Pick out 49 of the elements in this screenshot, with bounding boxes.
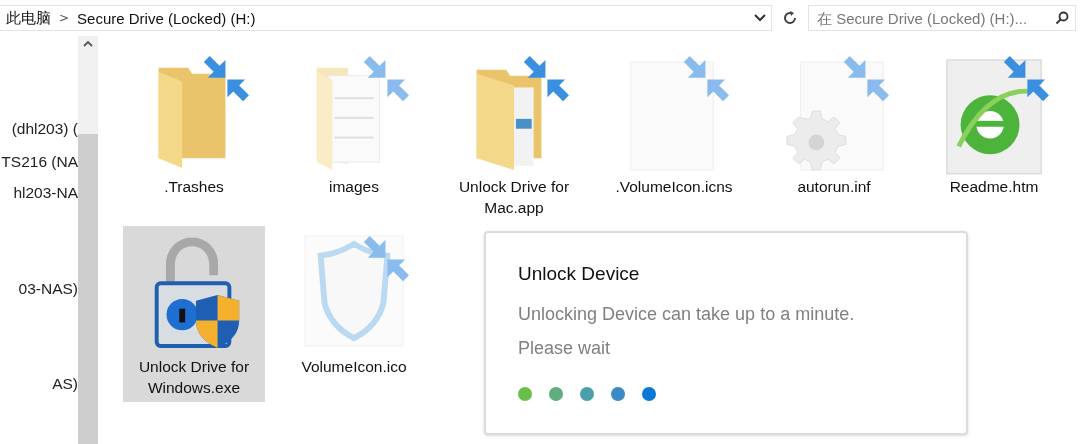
navigation-item[interactable]: 03-NAS) xyxy=(18,280,78,298)
file-name: autorun.inf xyxy=(796,177,872,197)
web-file-icon xyxy=(946,59,1042,175)
shortcut-arrows-icon xyxy=(203,56,249,102)
file-item[interactable]: .VolumeIcon.icns xyxy=(603,46,745,201)
refresh-icon xyxy=(782,10,798,26)
search-icon xyxy=(1055,11,1069,25)
scrollbar-thumb[interactable] xyxy=(78,134,98,444)
breadcrumb-separator: > xyxy=(59,11,70,25)
file-name: VolumeIcon.ico xyxy=(300,357,408,377)
file-name: Unlock Drive for Mac.app xyxy=(457,177,571,218)
file-item[interactable]: autorun.inf xyxy=(763,46,905,201)
navigation-item[interactable]: TS216 (NA xyxy=(1,153,78,171)
search-field[interactable]: 在 Secure Drive (Locked) (H:)... xyxy=(808,5,1076,31)
file-name: Readme.htm xyxy=(948,177,1040,197)
dialog-title: Unlock Device xyxy=(518,263,641,285)
file-item[interactable]: Unlock Drive for Mac.app xyxy=(443,46,585,222)
shortcut-arrows-icon xyxy=(363,236,409,282)
folder-icon xyxy=(158,67,226,168)
padlock-icon xyxy=(154,237,240,348)
breadcrumb[interactable]: 此电脑 xyxy=(6,8,51,28)
navigation-item[interactable]: AS) xyxy=(52,375,78,393)
shortcut-arrows-icon xyxy=(1003,56,1049,102)
file-item[interactable]: images xyxy=(283,46,425,201)
folder-icon xyxy=(476,69,542,170)
navigation-item[interactable]: hl203-NA xyxy=(13,184,78,202)
folder-icon xyxy=(316,67,381,170)
settings-file-icon xyxy=(786,61,884,171)
dialog-message: Unlocking Device can take up to a minute. xyxy=(518,303,856,326)
chevron-up-icon xyxy=(83,40,93,47)
shortcut-arrows-icon xyxy=(523,56,569,102)
breadcrumb[interactable]: Secure Drive (Locked) (H:) xyxy=(77,9,256,27)
file-name: .VolumeIcon.icns xyxy=(614,177,734,197)
shortcut-arrows-icon xyxy=(363,56,409,102)
file-item[interactable]: VolumeIcon.ico xyxy=(283,226,425,381)
file-name: Unlock Drive for Windows.exe xyxy=(137,357,251,398)
file-name: .Trashes xyxy=(163,177,225,197)
file-name: images xyxy=(328,177,380,197)
shortcut-arrows-icon xyxy=(683,56,729,102)
navigation-item[interactable]: (dhl203) ( xyxy=(11,120,78,138)
file-item[interactable]: Unlock Drive for Windows.exe xyxy=(123,226,265,402)
dialog-status: Please wait xyxy=(518,337,612,360)
shortcut-arrows-icon xyxy=(843,56,889,102)
address-bar[interactable]: 此电脑 > Secure Drive (Locked) (H:) xyxy=(0,5,772,31)
shield-file-icon xyxy=(304,235,404,347)
file-item[interactable]: Readme.htm xyxy=(923,46,1065,201)
file-item[interactable]: .Trashes xyxy=(123,46,265,201)
blank-file-icon xyxy=(630,61,714,171)
chevron-down-icon xyxy=(753,13,767,23)
